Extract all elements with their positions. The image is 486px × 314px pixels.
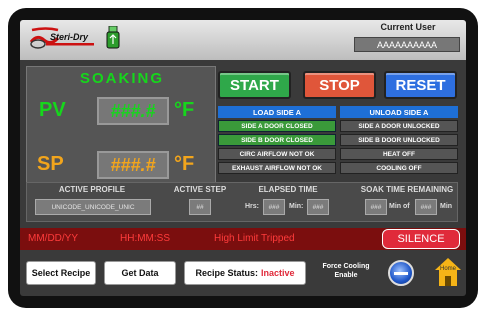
process-panel: SOAKING PV ###.# °F SP ###.# °F (26, 66, 216, 196)
elapsed-time-label: ELAPSED TIME (258, 185, 318, 194)
load-status-item: EXHAUST AIRFLOW NOT OK (218, 162, 336, 174)
state-title: SOAKING (79, 70, 164, 87)
start-button[interactable]: START (218, 71, 291, 99)
unload-status-item: SIDE B DOOR UNLOCKED (340, 134, 458, 146)
soak-min-of: Min of (389, 203, 410, 210)
pv-value: ###.# (97, 97, 169, 125)
reset-button[interactable]: RESET (384, 71, 457, 99)
home-button[interactable]: Home (434, 256, 462, 290)
recipe-status-value: Inactive (261, 268, 295, 278)
recipe-status-label: Recipe Status: (195, 268, 258, 278)
soak-min: Min (440, 203, 453, 210)
info-bar: ACTIVE PROFILE UNICODE_UNICODE_UNIC ACTI… (26, 182, 458, 222)
unload-side-header: UNLOAD SIDE A (340, 106, 458, 118)
active-step-value: ## (189, 199, 211, 215)
min-label: Min: (289, 203, 304, 210)
alarm-date: MM/DD/YY (28, 233, 78, 244)
load-status-item: SIDE B DOOR CLOSED (218, 134, 336, 146)
sp-label: SP (37, 153, 64, 175)
sp-unit: °F (174, 153, 195, 175)
hrs-label: Hrs: (245, 203, 260, 210)
header-bar: Steri-Dry Current User AAAAAAAAAA (20, 20, 466, 60)
silence-button[interactable]: SILENCE (382, 229, 460, 249)
soak-value-2: ### (415, 199, 437, 215)
active-profile-label: ACTIVE PROFILE (58, 185, 126, 194)
soak-remaining-label: SOAK TIME REMAINING (360, 185, 454, 194)
get-data-button[interactable]: Get Data (104, 261, 176, 285)
force-cooling-label: Force Cooling Enable (322, 263, 370, 279)
active-step-label: ACTIVE STEP (173, 185, 227, 194)
alarm-time: HH:MM:SS (120, 233, 170, 244)
alarm-message: High Limit Tripped (214, 233, 295, 244)
unload-status-item: HEAT OFF (340, 148, 458, 160)
pv-unit: °F (174, 99, 195, 121)
logo: Steri-Dry (28, 26, 98, 52)
hrs-value: ### (263, 199, 285, 215)
pv-label: PV (39, 99, 66, 121)
load-status-item: SIDE A DOOR CLOSED (218, 120, 336, 132)
soak-value-1: ### (365, 199, 387, 215)
current-user-value: AAAAAAAAAA (354, 37, 460, 52)
load-status-item: CIRC AIRFLOW NOT OK (218, 148, 336, 160)
home-icon (435, 258, 461, 286)
load-side-header: LOAD SIDE A (218, 106, 336, 118)
unload-status-item: SIDE A DOOR UNLOCKED (340, 120, 458, 132)
stop-button[interactable]: STOP (303, 71, 376, 99)
force-cooling-toggle[interactable] (388, 260, 414, 286)
active-profile-value: UNICODE_UNICODE_UNIC (35, 199, 151, 215)
toggle-indicator (394, 272, 408, 275)
min-value: ### (307, 199, 329, 215)
hmi-screen: Steri-Dry Current User AAAAAAAAAA SOAKIN… (20, 20, 466, 296)
home-label: Home (439, 266, 456, 272)
alarm-bar: MM/DD/YY HH:MM:SS High Limit Tripped SIL… (20, 228, 466, 250)
select-recipe-button[interactable]: Select Recipe (26, 261, 96, 285)
sp-value[interactable]: ###.# (97, 151, 169, 179)
unload-status-item: COOLING OFF (340, 162, 458, 174)
usb-drive-icon[interactable] (106, 25, 120, 50)
recipe-status: Recipe Status: Inactive (184, 261, 306, 285)
current-user-label: Current User (380, 22, 436, 32)
logo-text: Steri-Dry (50, 32, 89, 42)
